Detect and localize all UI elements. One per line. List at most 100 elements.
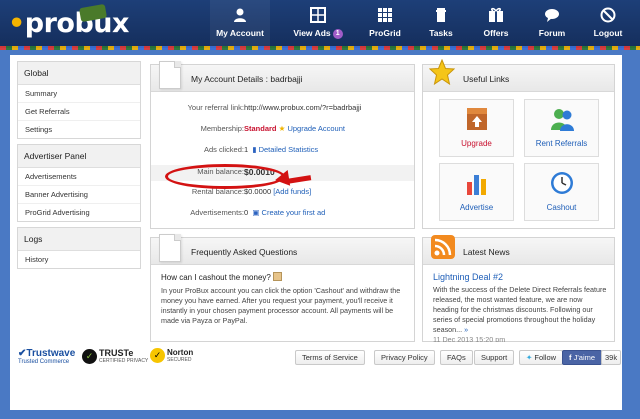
arrow-head-annotation xyxy=(273,170,291,188)
ads-clicked-row: Ads clicked: 1 ▮ Detailed Statistics xyxy=(203,145,319,154)
latest-news-panel: Latest News Lightning Deal #2 With the s… xyxy=(422,235,615,342)
rent-referrals-label: Rent Referrals xyxy=(535,139,588,148)
norton-sublabel: SECURED xyxy=(167,357,192,363)
sidebar-item-advertisements[interactable]: Advertisements xyxy=(18,168,140,186)
like-count: 39k xyxy=(601,350,622,365)
facebook-icon: f xyxy=(569,353,572,362)
dashboard-page: Global Summary Get Referrals Settings Ad… xyxy=(10,55,622,410)
rss-icon xyxy=(431,235,455,259)
referral-link[interactable]: http://www.probux.com/?r=badrbajji xyxy=(244,103,361,112)
news-headline-link[interactable]: Lightning Deal #2 xyxy=(433,272,609,282)
top-navigation-bar: •probux My Account View Ads 1 ProGrid Tas… xyxy=(0,0,640,48)
useful-links-panel: Useful Links Upgrade Rent Referrals Adve… xyxy=(422,59,615,229)
faqs-button[interactable]: FAQs xyxy=(440,350,473,365)
news-read-more-link[interactable]: » xyxy=(464,325,468,334)
nav-my-account[interactable]: My Account xyxy=(210,0,270,48)
ad-icon: ▣ xyxy=(252,208,260,217)
add-funds-link[interactable]: [Add funds] xyxy=(273,187,311,196)
progrid-icon xyxy=(378,8,392,22)
advertise-label: Advertise xyxy=(459,203,494,212)
useful-links-title: Useful Links xyxy=(463,74,510,84)
sidebar-global-heading: Global xyxy=(18,62,140,85)
nav-view-ads-label: View Ads xyxy=(293,28,331,38)
probux-logo[interactable]: •probux xyxy=(8,8,129,39)
privacy-policy-button[interactable]: Privacy Policy xyxy=(374,350,435,365)
twitter-bird-icon: ✦ xyxy=(526,353,533,362)
truste-label: TRUSTe xyxy=(99,348,134,358)
sidebar-item-settings[interactable]: Settings xyxy=(18,121,140,138)
norton-label: Norton xyxy=(167,348,194,357)
facebook-like-button[interactable]: f J'aime xyxy=(562,350,603,365)
star-badge-icon xyxy=(429,59,455,85)
trustwave-badge[interactable]: ✔Trustwave Trusted Commerce xyxy=(18,348,75,365)
sidebar-advertiser-section: Advertiser Panel Advertisements Banner A… xyxy=(17,144,141,222)
document-icon xyxy=(159,234,181,262)
sidebar-item-banner-advertising[interactable]: Banner Advertising xyxy=(18,186,140,204)
grid-icon xyxy=(310,7,326,23)
sidebar-logs-section: Logs History xyxy=(17,227,141,269)
trustwave-sublabel: Trusted Commerce xyxy=(18,359,70,365)
tasks-icon xyxy=(436,8,446,22)
cashout-tile[interactable]: Cashout xyxy=(524,163,599,221)
trustwave-label: Trustwave xyxy=(26,348,76,359)
faq-title: Frequently Asked Questions xyxy=(191,247,298,257)
latest-news-title: Latest News xyxy=(463,247,510,257)
sidebar-global-section: Global Summary Get Referrals Settings xyxy=(17,61,141,139)
create-first-ad-link[interactable]: Create your first ad xyxy=(262,208,326,217)
sidebar-advertiser-heading: Advertiser Panel xyxy=(18,145,140,168)
logout-icon xyxy=(600,7,616,23)
star-icon: ★ xyxy=(278,124,286,133)
truste-check-icon: ✓ xyxy=(82,348,97,364)
sidebar-item-progrid-advertising[interactable]: ProGrid Advertising xyxy=(18,204,140,221)
nav-progrid[interactable]: ProGrid xyxy=(355,0,415,48)
nav-view-ads[interactable]: View Ads 1 xyxy=(288,0,348,48)
membership-row: Membership: Standard ★ Upgrade Account xyxy=(200,124,345,133)
upgrade-account-link[interactable]: Upgrade Account xyxy=(287,124,345,133)
referral-link-row: Your referral link: http://www.probux.co… xyxy=(187,103,362,112)
bar-chart-icon xyxy=(466,175,486,195)
truste-sublabel: CERTIFIED PRIVACY xyxy=(99,358,149,364)
upgrade-box-icon xyxy=(466,108,487,130)
nav-tasks[interactable]: Tasks xyxy=(411,0,471,48)
rent-referrals-tile[interactable]: Rent Referrals xyxy=(524,99,599,157)
rental-balance-row: Rental balance: $0.0000 [Add funds] xyxy=(191,187,312,196)
holiday-lights-decoration xyxy=(0,46,640,50)
highlight-oval-annotation xyxy=(165,164,285,189)
norton-check-icon: ✓ xyxy=(150,348,165,363)
terms-of-service-button[interactable]: Terms of Service xyxy=(295,350,365,365)
twitter-follow-button[interactable]: ✦ Follow xyxy=(519,350,564,365)
norton-badge[interactable]: ✓ Norton SECURED xyxy=(150,348,193,363)
sidebar: Global Summary Get Referrals Settings Ad… xyxy=(17,61,141,289)
follow-label: Follow xyxy=(534,353,557,362)
support-button[interactable]: Support xyxy=(474,350,515,365)
emoticon-icon xyxy=(273,272,283,281)
nav-offers[interactable]: Offers xyxy=(466,0,526,48)
news-text: With the success of the Delete Direct Re… xyxy=(433,285,607,334)
faq-question: How can I cashout the money? xyxy=(161,273,271,282)
nav-forum[interactable]: Forum xyxy=(522,0,582,48)
nav-logout[interactable]: Logout xyxy=(578,0,638,48)
rent-referrals-icon xyxy=(550,109,574,131)
upgrade-label: Upgrade xyxy=(461,139,492,148)
truste-badge[interactable]: ✓ TRUSTe CERTIFIED PRIVACY xyxy=(82,348,148,364)
footer: ✔Trustwave Trusted Commerce ✓ TRUSTe CER… xyxy=(10,342,622,410)
unread-ads-badge: 1 xyxy=(332,29,343,39)
sidebar-item-summary[interactable]: Summary xyxy=(18,85,140,103)
detailed-statistics-link[interactable]: Detailed Statistics xyxy=(259,145,319,154)
document-icon xyxy=(159,61,181,89)
like-label: J'aime xyxy=(573,353,596,362)
account-details-panel: My Account Details : badrbajji Your refe… xyxy=(150,61,415,229)
logo-text: probux xyxy=(24,8,130,39)
advertisements-row: Advertisements: 0 ▣ Create your first ad xyxy=(190,208,326,217)
clock-icon xyxy=(550,172,573,194)
forum-icon xyxy=(545,9,559,22)
sidebar-item-history[interactable]: History xyxy=(18,251,140,268)
offers-icon xyxy=(489,7,503,22)
sidebar-item-get-referrals[interactable]: Get Referrals xyxy=(18,103,140,121)
cashout-label: Cashout xyxy=(546,203,577,212)
rental-balance-value: $0.0000 xyxy=(244,187,272,196)
faq-panel: Frequently Asked Questions How can I cas… xyxy=(150,234,415,342)
advertise-tile[interactable]: Advertise xyxy=(439,163,514,221)
faq-answer: In your ProBux account you can click the… xyxy=(161,286,401,325)
upgrade-tile[interactable]: Upgrade xyxy=(439,99,514,157)
